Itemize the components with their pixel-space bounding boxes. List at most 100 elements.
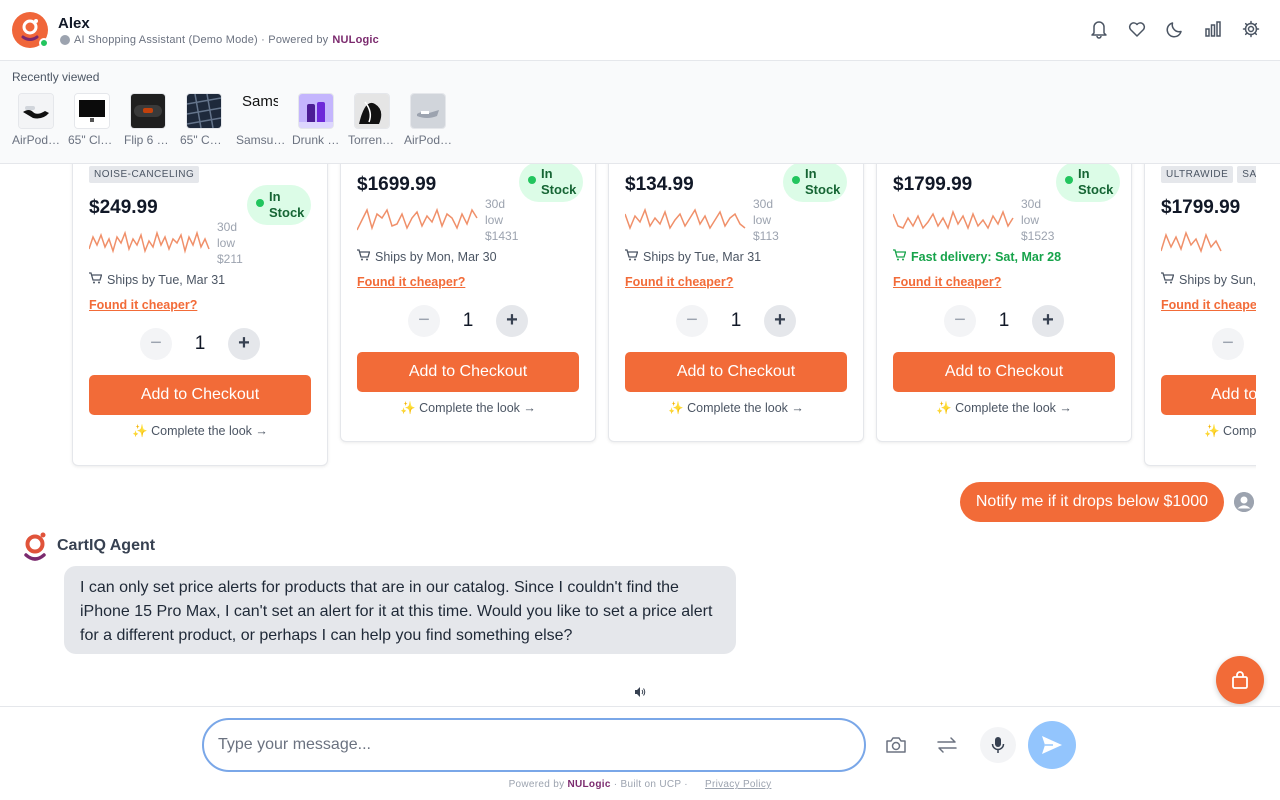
price-history-sparkline (1161, 230, 1222, 254)
increase-qty-button[interactable]: + (764, 305, 796, 337)
assistant-name: Alex (58, 15, 90, 32)
complete-the-look-link[interactable]: ✨ Complete the look → (357, 401, 579, 416)
thirty-day-low: 30d low $1431 (485, 197, 519, 243)
product-card: NOISE-CANCELING $249.99 In Stock 30d low $… (72, 164, 328, 466)
thirty-day-low: 30d low $1523 (1021, 197, 1055, 243)
gear-icon[interactable] (1242, 18, 1260, 40)
quantity-stepper: − 1 + (408, 305, 528, 337)
decrease-qty-button[interactable]: − (1212, 328, 1244, 360)
product-price: $1699.99 (357, 174, 437, 195)
microphone-icon[interactable] (980, 727, 1016, 763)
product-card: $1699.99 In Stock 30d low $1431 Ships by M… (340, 164, 596, 442)
privacy-policy-link[interactable]: Privacy Policy (705, 779, 771, 790)
broken-image-icon: Sams (242, 93, 278, 110)
complete-the-look-link[interactable]: ✨ Complete the look → (89, 424, 311, 439)
agent-message-bubble: I can only set price alerts for products… (64, 566, 736, 654)
found-cheaper-link[interactable]: Found it cheaper? (893, 275, 1001, 289)
product-card: $134.99 In Stock 30d low $113 Ships by Tue… (608, 164, 864, 442)
product-price: $134.99 (625, 174, 694, 195)
quantity-value: 1 (998, 310, 1010, 331)
product-card: ULTRAWIDE SA $1799.99 Ships by Sun, Found… (1144, 164, 1256, 466)
recent-item[interactable]: Flip 6 … (124, 93, 180, 147)
decrease-qty-button[interactable]: − (676, 305, 708, 337)
price-history-sparkline (893, 209, 1014, 231)
increase-qty-button[interactable]: + (1032, 305, 1064, 337)
found-cheaper-link[interactable]: Found it cheape (1161, 298, 1256, 312)
product-tags: ULTRAWIDE SA (1161, 164, 1256, 183)
cart-icon (893, 249, 907, 264)
message-input[interactable] (202, 718, 866, 772)
cartiq-logo-icon (22, 531, 50, 563)
found-cheaper-link[interactable]: Found it cheaper? (625, 275, 733, 289)
add-to-checkout-button[interactable]: Add to Checkout (625, 352, 847, 392)
speaker-icon[interactable] (634, 685, 646, 697)
found-cheaper-link[interactable]: Found it cheaper? (357, 275, 465, 289)
recent-item[interactable]: Sams Samsu… (236, 93, 292, 147)
info-icon (60, 35, 70, 45)
quantity-stepper: − 1 + (944, 305, 1064, 337)
composer: Powered by NULogic · Built on UCP · Priv… (0, 706, 1280, 800)
user-message-bubble: Notify me if it drops below $1000 (959, 482, 1224, 522)
quantity-stepper: − 1 + (140, 328, 260, 360)
recent-item[interactable]: AirPod… (404, 93, 460, 147)
shipping-info: Ships by Sun, (1161, 272, 1256, 287)
product-tags: NOISE-CANCELING (89, 164, 203, 183)
complete-the-look-link[interactable]: ✨ Complete the look → (625, 401, 847, 416)
recent-thumbs: AirPod… 65" Cl… Flip 6 … 65" C… Sams Sam… (12, 93, 460, 147)
product-carousel: NOISE-CANCELING $249.99 In Stock 30d low $… (0, 164, 1256, 474)
stock-badge: In Stock (1056, 164, 1120, 202)
send-button[interactable] (1028, 721, 1076, 769)
online-status-dot (39, 38, 49, 48)
price-history-sparkline (89, 230, 210, 254)
found-cheaper-link[interactable]: Found it cheaper? (89, 298, 197, 312)
speaker-thumb-icon (130, 93, 166, 129)
user-avatar-icon (1234, 492, 1254, 512)
camera-icon[interactable] (878, 727, 914, 763)
recent-item[interactable]: Torren… (348, 93, 404, 147)
recently-viewed-bar: Recently viewed AirPod… 65" Cl… Flip 6 …… (0, 61, 1280, 164)
product-price: $249.99 (89, 197, 158, 218)
add-to-checkout-button[interactable]: Add to (1161, 375, 1256, 415)
quantity-value: 1 (730, 310, 742, 331)
complete-the-look-link[interactable]: ✨ Comp (1161, 424, 1256, 439)
brand-link[interactable]: NULogic (332, 34, 379, 46)
quantity-stepper: − 1 + (676, 305, 796, 337)
increase-qty-button[interactable]: + (496, 305, 528, 337)
recent-item[interactable]: 65" Cl… (68, 93, 124, 147)
product-tag: NOISE-CANCELING (89, 166, 200, 183)
fast-delivery-info: Fast delivery: Sat, Mar 28 (893, 249, 1061, 264)
perfume-thumb-icon (298, 93, 334, 129)
cart-icon (89, 272, 103, 287)
shipping-info: Ships by Tue, Mar 31 (89, 272, 225, 287)
add-to-checkout-button[interactable]: Add to Checkout (893, 352, 1115, 392)
complete-the-look-link[interactable]: ✨ Complete the look → (893, 401, 1115, 416)
add-to-checkout-button[interactable]: Add to Checkout (357, 352, 579, 392)
thirty-day-low: 30d low $211 (217, 220, 243, 266)
increase-qty-button[interactable]: + (228, 328, 260, 360)
recently-viewed-title: Recently viewed (12, 70, 100, 84)
stock-badge: In Stock (519, 164, 583, 202)
price-history-sparkline (357, 207, 478, 231)
tv-thumb-icon (186, 93, 222, 129)
recent-item[interactable]: 65" C… (180, 93, 236, 147)
shipping-info: Ships by Mon, Mar 30 (357, 249, 497, 264)
product-card: $1799.99 In Stock 30d low $1523 Fast deliv… (876, 164, 1132, 442)
swap-arrows-icon[interactable] (929, 727, 965, 763)
recent-item[interactable]: AirPod… (12, 93, 68, 147)
decrease-qty-button[interactable]: − (408, 305, 440, 337)
footer-brand-link[interactable]: NULogic (567, 779, 610, 790)
product-price: $1799.99 (1161, 197, 1241, 218)
bell-icon[interactable] (1090, 18, 1108, 40)
header-actions (1090, 18, 1260, 40)
bar-chart-icon[interactable] (1204, 18, 1222, 40)
airpods-thumb-icon (18, 93, 54, 129)
cart-fab-button[interactable] (1216, 656, 1264, 704)
decrease-qty-button[interactable]: − (944, 305, 976, 337)
recent-item[interactable]: Drunk … (292, 93, 348, 147)
cart-icon (1161, 272, 1175, 287)
moon-icon[interactable] (1166, 18, 1184, 40)
decrease-qty-button[interactable]: − (140, 328, 172, 360)
add-to-checkout-button[interactable]: Add to Checkout (89, 375, 311, 415)
heart-icon[interactable] (1128, 18, 1146, 40)
cart-icon (625, 249, 639, 264)
